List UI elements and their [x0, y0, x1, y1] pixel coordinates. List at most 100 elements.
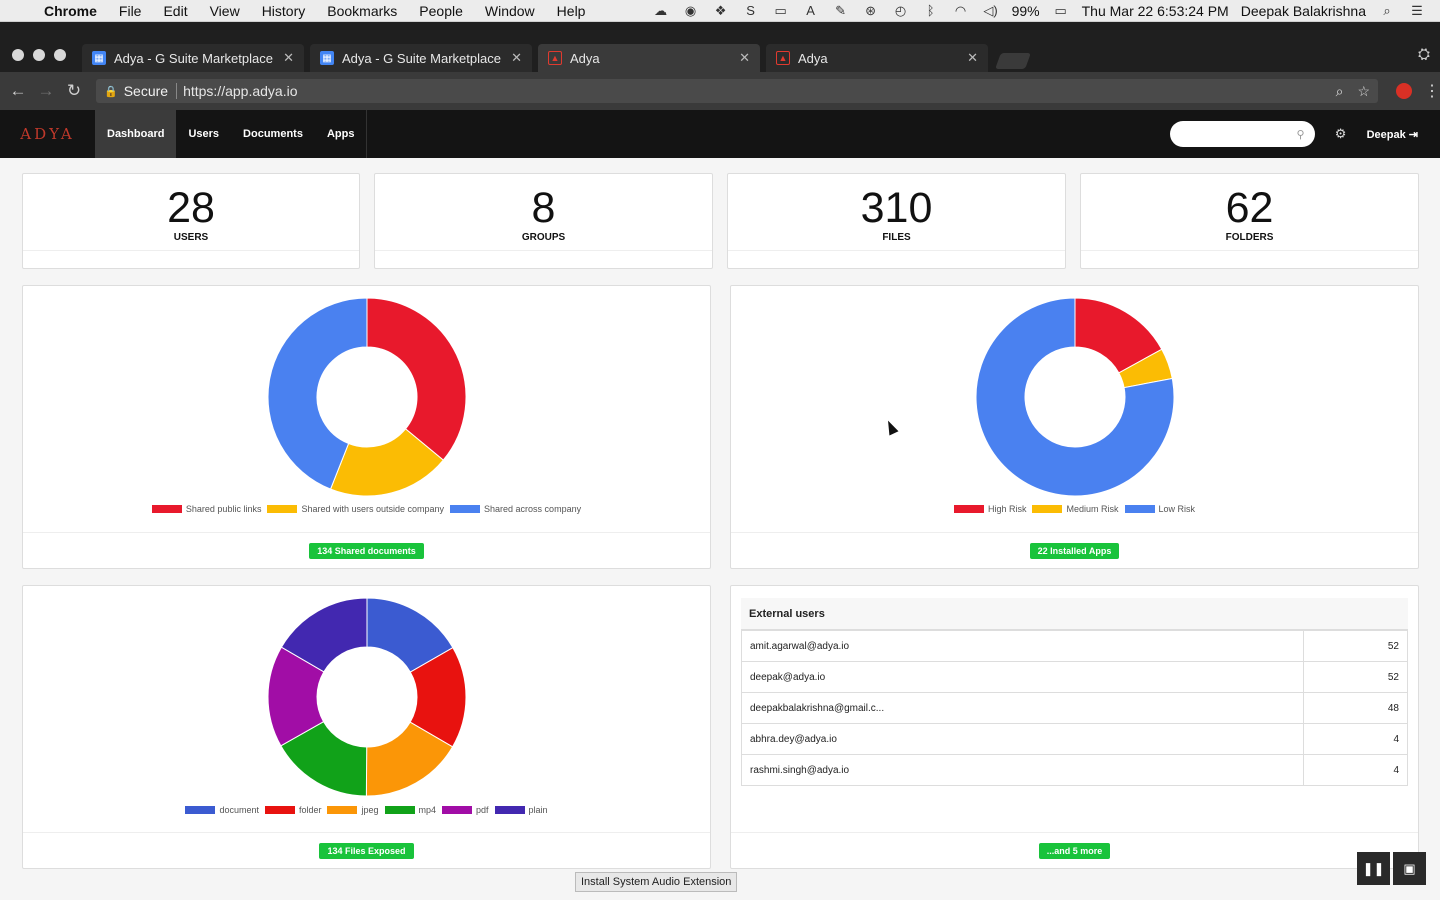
browser-tab[interactable]: ▲ Adya ✕ — [766, 44, 988, 72]
table-row[interactable]: abhra.dey@adya.io 4 — [742, 723, 1407, 754]
time-machine-icon[interactable]: ◴ — [892, 3, 910, 19]
nav-documents[interactable]: Documents — [231, 110, 315, 158]
cloud-icon[interactable]: ☁ — [652, 3, 670, 19]
app-search[interactable]: ⚲ — [1169, 121, 1315, 147]
user-email[interactable]: deepakbalakrishna@gmail.c... — [742, 693, 1304, 723]
user-email[interactable]: rashmi.singh@adya.io — [742, 755, 1304, 785]
search-input[interactable] — [1186, 128, 1297, 140]
sync-icon[interactable]: ◉ — [682, 3, 700, 19]
volume-icon[interactable]: ◁) — [982, 3, 1000, 19]
browser-tab[interactable]: ▦ Adya - G Suite Marketplace ✕ — [310, 44, 532, 72]
menu-view[interactable]: View — [199, 3, 251, 19]
wifi-icon[interactable]: ◠ — [952, 3, 970, 19]
legend-item[interactable]: Shared across company — [450, 504, 581, 514]
stat-card-users[interactable]: 28 USERS — [22, 173, 360, 269]
legend-item[interactable]: pdf — [442, 805, 489, 815]
browser-tab[interactable]: ▦ Adya - G Suite Marketplace ✕ — [82, 44, 304, 72]
url-text[interactable]: https://app.adya.io — [183, 83, 297, 99]
close-icon[interactable]: ✕ — [283, 50, 294, 66]
menu-app-name[interactable]: Chrome — [40, 3, 108, 19]
legend-swatch — [151, 505, 182, 513]
stat-card-folders[interactable]: 62 FOLDERS — [1080, 173, 1419, 269]
search-icon[interactable]: ⚲ — [1297, 128, 1305, 141]
app-navbar: ADYA Dashboard Users Documents Apps ⚲ ⚙ … — [0, 110, 1440, 158]
display-icon[interactable]: ▭ — [772, 3, 790, 19]
minimize-window-button[interactable] — [33, 49, 45, 61]
legend-item[interactable]: High Risk — [953, 504, 1026, 514]
stat-card-groups[interactable]: 8 GROUPS — [374, 173, 713, 269]
legend-item[interactable]: jpeg — [327, 805, 379, 815]
settings-icon[interactable]: ⚙ — [1315, 126, 1367, 142]
files-exposed-badge[interactable]: 134 Files Exposed — [319, 842, 414, 859]
clock[interactable]: Thu Mar 22 6:53:24 PM — [1082, 3, 1229, 19]
user-menu[interactable]: Deepak ⇥ — [1367, 128, 1440, 141]
shared-documents-donut[interactable] — [267, 297, 467, 497]
secure-label[interactable]: Secure — [124, 83, 168, 99]
installed-apps-badge[interactable]: 22 Installed Apps — [1029, 542, 1120, 559]
adya-logo[interactable]: ADYA — [0, 125, 95, 143]
back-icon[interactable]: ← — [4, 81, 32, 101]
user-email[interactable]: deepak@adya.io — [742, 662, 1304, 692]
table-row[interactable]: rashmi.singh@adya.io 4 — [742, 754, 1407, 785]
profile-icon[interactable]: ⛭ — [1418, 46, 1430, 63]
legend-item[interactable]: document — [185, 805, 259, 815]
evernote-icon[interactable]: ✎ — [832, 3, 850, 19]
installed-apps-donut[interactable] — [975, 297, 1175, 497]
donut-slice-shared-public-links[interactable] — [366, 297, 467, 461]
reload-icon[interactable]: ↻ — [60, 81, 88, 101]
user-name[interactable]: Deepak — [1367, 129, 1406, 141]
nav-apps[interactable]: Apps — [315, 110, 368, 158]
shared-documents-badge[interactable]: 134 Shared documents — [309, 542, 424, 559]
table-row[interactable]: deepak@adya.io 52 — [742, 661, 1407, 692]
logout-icon[interactable]: ⇥ — [1409, 129, 1418, 141]
bookmark-star-icon[interactable]: ☆ — [1357, 83, 1370, 100]
table-row[interactable]: amit.agarwal@adya.io 52 — [742, 630, 1407, 661]
menu-file[interactable]: File — [108, 3, 153, 19]
forward-icon[interactable]: → — [32, 81, 60, 101]
notification-center-icon[interactable]: ☰ — [1408, 3, 1426, 19]
user-email[interactable]: amit.agarwal@adya.io — [742, 631, 1304, 661]
font-icon[interactable]: A — [802, 3, 820, 19]
legend-item[interactable]: folder — [264, 805, 321, 815]
menu-bookmarks[interactable]: Bookmarks — [316, 3, 408, 19]
files-exposed-donut[interactable] — [267, 597, 467, 797]
legend-item[interactable]: Low Risk — [1124, 504, 1195, 514]
chrome-menu-icon[interactable]: ⋮ — [1424, 81, 1440, 101]
table-row[interactable]: deepakbalakrishna@gmail.c... 48 — [742, 692, 1407, 723]
extension-icon[interactable] — [1396, 83, 1412, 99]
close-icon[interactable]: ✕ — [511, 50, 522, 66]
legend-item[interactable]: mp4 — [384, 805, 436, 815]
menu-history[interactable]: History — [251, 3, 317, 19]
accessibility-icon[interactable]: ⊛ — [862, 3, 880, 19]
nav-users[interactable]: Users — [176, 110, 231, 158]
more-users-badge[interactable]: ...and 5 more — [1038, 842, 1111, 859]
battery-icon[interactable]: ▭ — [1052, 3, 1070, 19]
close-icon[interactable]: ✕ — [739, 50, 750, 66]
legend-item[interactable]: Shared public links — [151, 504, 261, 514]
pause-icon[interactable]: ❚❚ — [1357, 852, 1390, 885]
menubar-user[interactable]: Deepak Balakrishna — [1241, 3, 1366, 19]
bluetooth-icon[interactable]: ᛒ — [922, 3, 940, 19]
menu-people[interactable]: People — [408, 3, 474, 19]
new-tab-button[interactable] — [995, 53, 1031, 69]
picture-in-picture-icon[interactable]: ▣ — [1393, 852, 1426, 885]
close-window-button[interactable] — [12, 49, 24, 61]
menu-window[interactable]: Window — [474, 3, 546, 19]
skype-icon[interactable]: S — [742, 3, 760, 19]
zoom-icon[interactable]: ⌕ — [1336, 83, 1344, 100]
omnibox[interactable]: 🔒 Secure https://app.adya.io ⌕ ☆ — [96, 79, 1378, 103]
menu-help[interactable]: Help — [546, 3, 597, 19]
spotlight-icon[interactable]: ⌕ — [1378, 3, 1396, 19]
browser-tab[interactable]: ▲ Adya ✕ — [538, 44, 760, 72]
legend-item[interactable]: Medium Risk — [1032, 504, 1119, 514]
dropbox-icon[interactable]: ❖ — [712, 3, 730, 19]
nav-dashboard[interactable]: Dashboard — [95, 110, 177, 158]
menu-edit[interactable]: Edit — [152, 3, 198, 19]
legend-item[interactable]: Shared with users outside company — [267, 504, 444, 514]
lock-icon[interactable]: 🔒 — [104, 85, 118, 98]
close-icon[interactable]: ✕ — [967, 50, 978, 66]
legend-item[interactable]: plain — [494, 805, 548, 815]
maximize-window-button[interactable] — [54, 49, 66, 61]
user-email[interactable]: abhra.dey@adya.io — [742, 724, 1304, 754]
stat-card-files[interactable]: 310 FILES — [727, 173, 1066, 269]
